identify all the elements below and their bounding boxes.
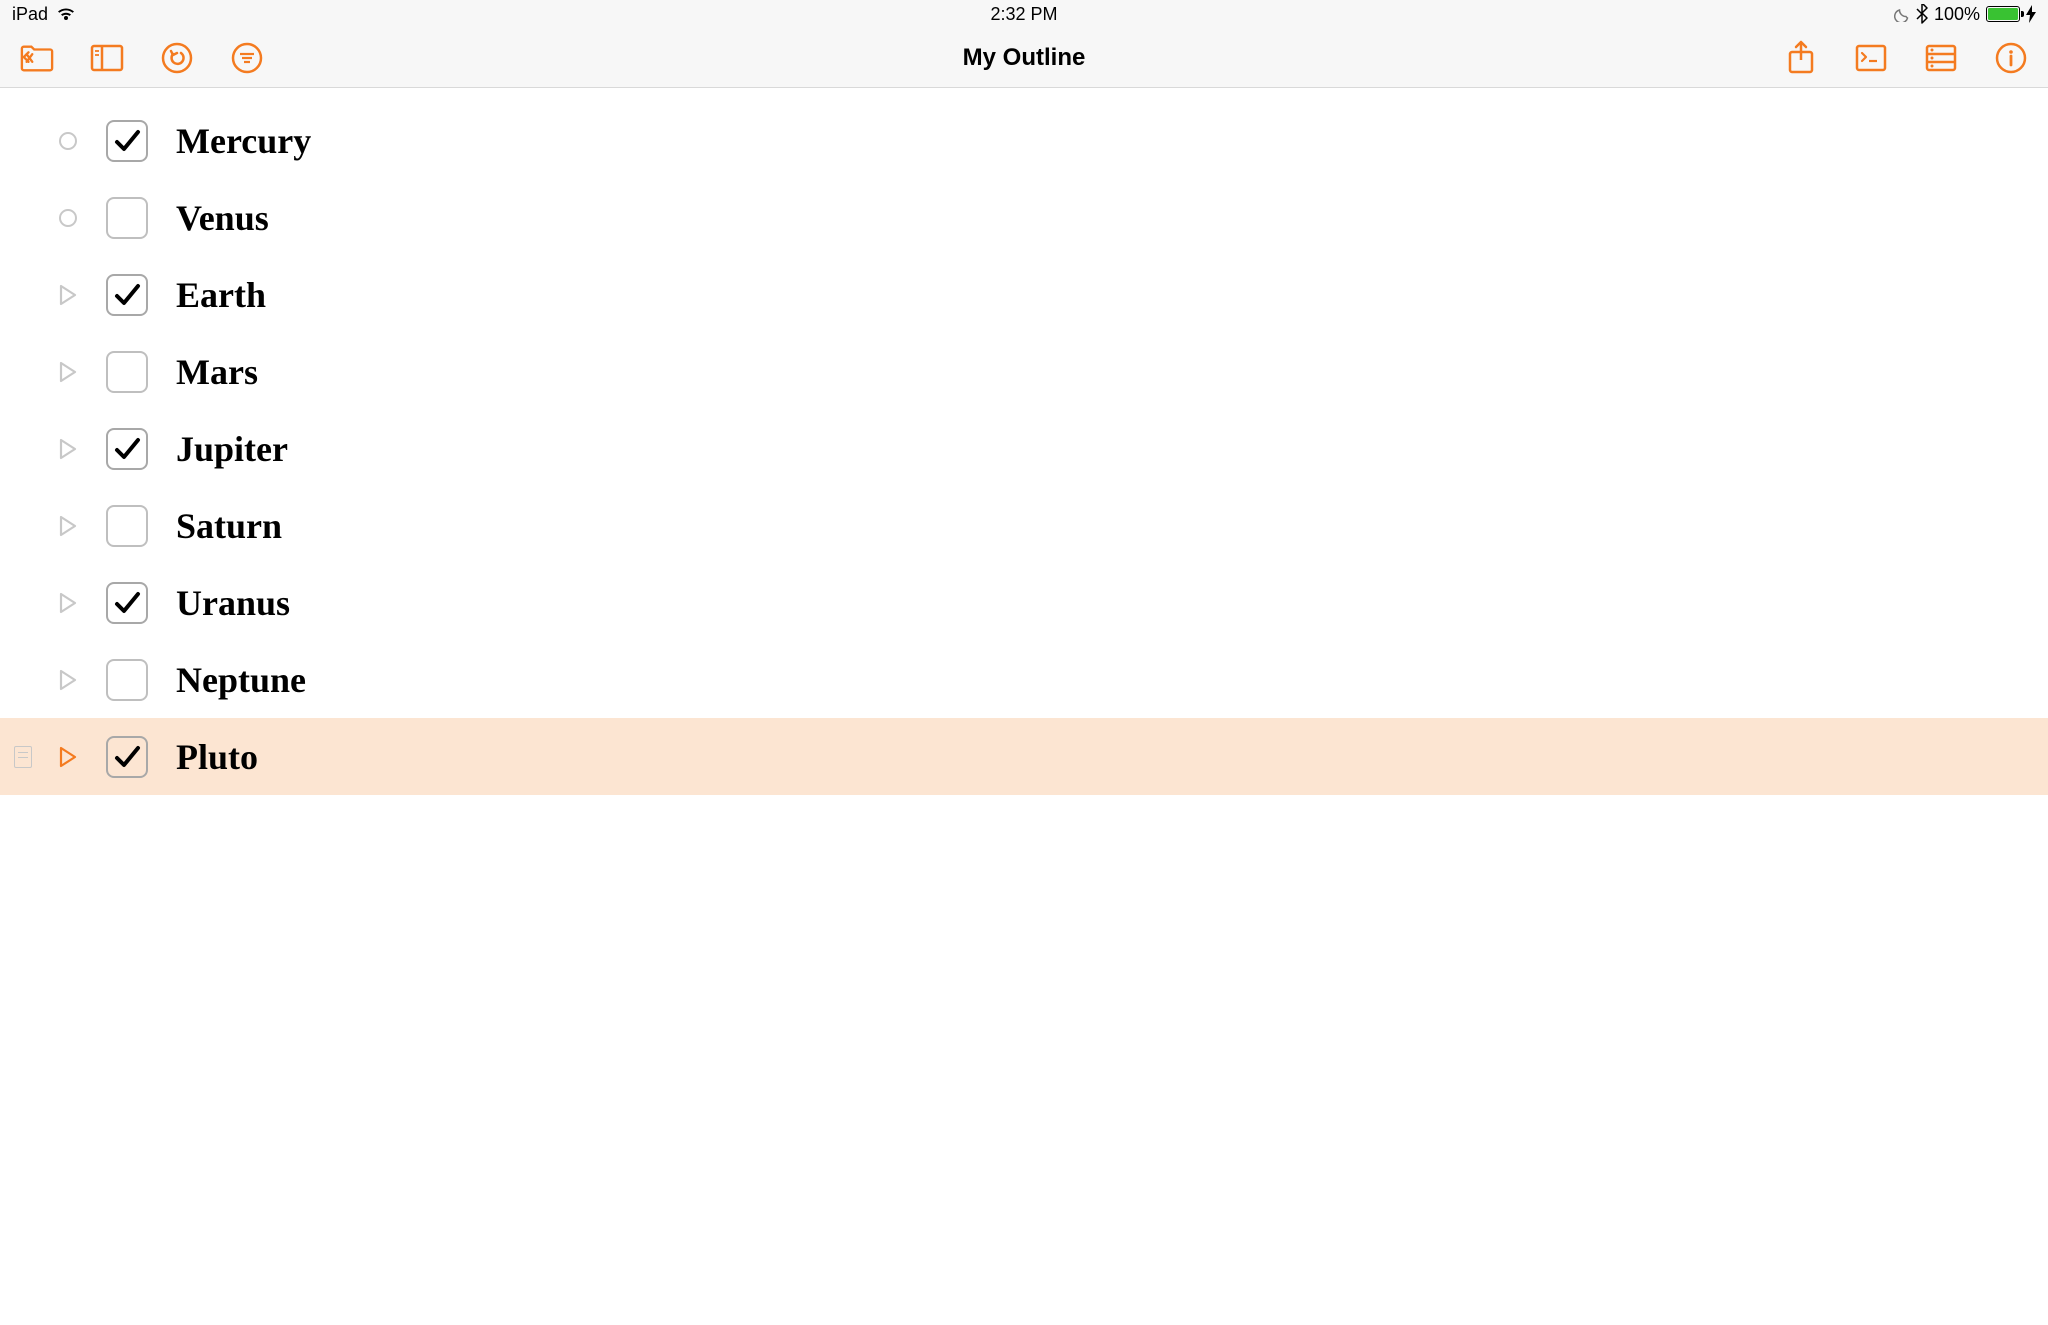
row-checkbox[interactable] <box>106 582 148 624</box>
row-label[interactable]: Uranus <box>176 582 290 624</box>
outline-row[interactable]: Mercury <box>0 102 2048 179</box>
row-handle[interactable] <box>44 668 92 692</box>
note-indicator-icon <box>14 746 32 768</box>
console-button[interactable] <box>1854 41 1888 75</box>
rows-button[interactable] <box>1924 41 1958 75</box>
row-checkbox[interactable] <box>106 351 148 393</box>
outline-row[interactable]: Pluto <box>0 718 2048 795</box>
checkmark-icon <box>112 434 142 464</box>
disclosure-triangle-icon <box>58 745 78 769</box>
undo-button[interactable] <box>160 41 194 75</box>
row-label[interactable]: Earth <box>176 274 266 316</box>
disclosure-triangle-icon <box>58 591 78 615</box>
status-time: 2:32 PM <box>990 4 1057 25</box>
disclosure-triangle-icon <box>58 283 78 307</box>
row-handle[interactable] <box>44 591 92 615</box>
share-button[interactable] <box>1784 41 1818 75</box>
checkmark-icon <box>112 126 142 156</box>
filter-button[interactable] <box>230 41 264 75</box>
outline-row[interactable]: Neptune <box>0 641 2048 718</box>
battery-percent: 100% <box>1934 4 1980 25</box>
leaf-handle-icon <box>59 132 77 150</box>
row-checkbox[interactable] <box>106 505 148 547</box>
row-checkbox[interactable] <box>106 659 148 701</box>
disclosure-triangle-icon <box>58 360 78 384</box>
info-button[interactable] <box>1994 41 2028 75</box>
row-checkbox[interactable] <box>106 736 148 778</box>
do-not-disturb-icon <box>1894 6 1910 22</box>
outline-row[interactable]: Uranus <box>0 564 2048 641</box>
row-label[interactable]: Mars <box>176 351 258 393</box>
toolbar: My Outline <box>0 28 2048 88</box>
bluetooth-icon <box>1916 4 1928 24</box>
outline-row[interactable]: Jupiter <box>0 410 2048 487</box>
wifi-icon <box>56 6 76 22</box>
disclosure-triangle-icon <box>58 514 78 538</box>
row-label[interactable]: Saturn <box>176 505 282 547</box>
row-label[interactable]: Jupiter <box>176 428 288 470</box>
disclosure-triangle-icon <box>58 668 78 692</box>
row-handle[interactable] <box>44 132 92 150</box>
document-title: My Outline <box>963 44 1086 72</box>
documents-button[interactable] <box>20 41 54 75</box>
row-handle[interactable] <box>44 209 92 227</box>
battery-icon <box>1986 6 2020 22</box>
row-handle[interactable] <box>44 514 92 538</box>
leaf-handle-icon <box>59 209 77 227</box>
row-label[interactable]: Mercury <box>176 120 311 162</box>
row-handle[interactable] <box>44 437 92 461</box>
checkmark-icon <box>112 280 142 310</box>
sidebar-toggle-button[interactable] <box>90 41 124 75</box>
charging-icon <box>2026 5 2036 23</box>
outline-list: Mercury Venus Earth Mars Jupiter <box>0 88 2048 795</box>
status-bar: iPad 2:32 PM 100% <box>0 0 2048 28</box>
row-handle[interactable] <box>44 283 92 307</box>
row-checkbox[interactable] <box>106 274 148 316</box>
row-handle[interactable] <box>44 360 92 384</box>
row-label[interactable]: Pluto <box>176 736 258 778</box>
row-checkbox[interactable] <box>106 120 148 162</box>
disclosure-triangle-icon <box>58 437 78 461</box>
row-label[interactable]: Neptune <box>176 659 306 701</box>
row-label[interactable]: Venus <box>176 197 269 239</box>
checkmark-icon <box>112 742 142 772</box>
outline-row[interactable]: Mars <box>0 333 2048 410</box>
checkmark-icon <box>112 588 142 618</box>
row-handle[interactable] <box>44 745 92 769</box>
outline-row[interactable]: Earth <box>0 256 2048 333</box>
outline-row[interactable]: Venus <box>0 179 2048 256</box>
outline-row[interactable]: Saturn <box>0 487 2048 564</box>
device-label: iPad <box>12 4 48 25</box>
row-checkbox[interactable] <box>106 428 148 470</box>
row-checkbox[interactable] <box>106 197 148 239</box>
